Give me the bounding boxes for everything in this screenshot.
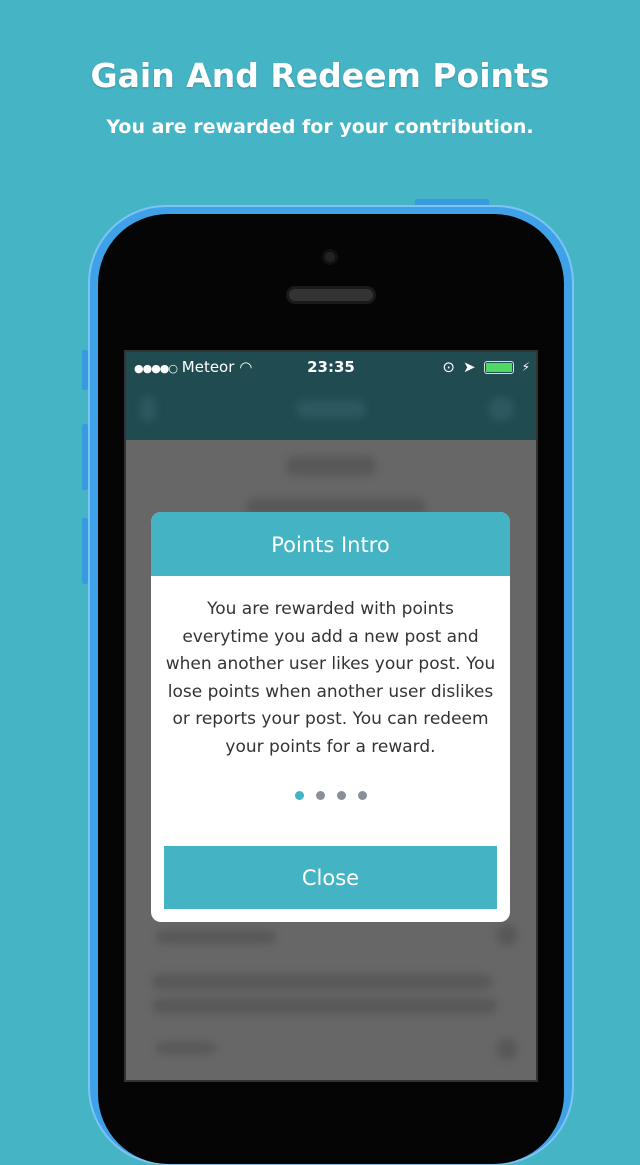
modal-title: Points Intro xyxy=(151,512,510,576)
modal-message: You are rewarded with points everytime y… xyxy=(165,599,496,757)
status-bar: ●●●●○ Meteor ◠ 23:35 ⊙ ➤ ⚡ xyxy=(126,358,536,380)
header-subtitle: You are rewarded for your contribution. xyxy=(106,116,534,138)
points-intro-modal: Points Intro You are rewarded with point… xyxy=(151,512,510,922)
header-title: Gain And Redeem Points xyxy=(90,56,550,95)
page-dot-1[interactable] xyxy=(294,791,304,800)
page-dot-3[interactable] xyxy=(336,791,346,800)
page-dot-4[interactable] xyxy=(357,791,367,800)
page-indicator[interactable] xyxy=(165,791,496,800)
camera-icon xyxy=(322,249,338,265)
speaker-grille xyxy=(286,286,376,304)
charging-icon: ⚡ xyxy=(521,360,530,374)
location-icon: ➤ xyxy=(462,358,476,376)
close-button[interactable]: Close xyxy=(164,846,497,909)
battery-icon xyxy=(483,360,514,374)
rotation-lock-icon: ⊙ xyxy=(442,358,455,376)
page-dot-2[interactable] xyxy=(315,791,325,800)
